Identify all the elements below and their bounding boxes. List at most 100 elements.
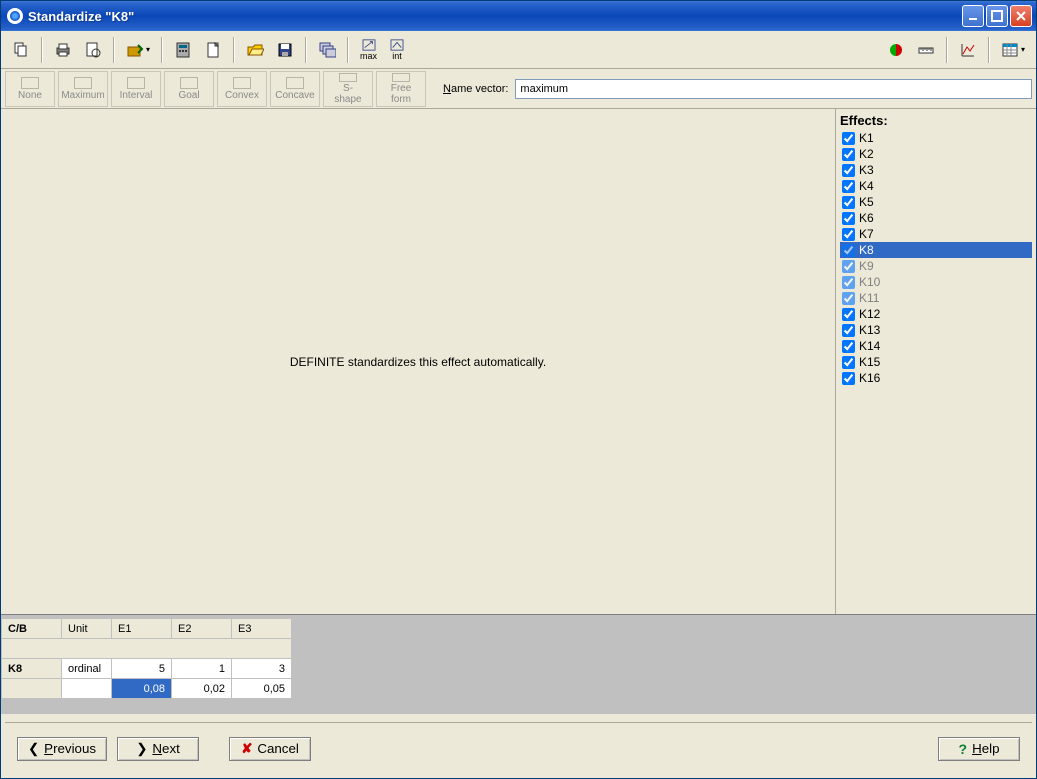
col-e1[interactable]: E1 — [112, 619, 172, 639]
effect-item-k2[interactable]: K2 — [840, 146, 1032, 162]
effect-checkbox[interactable] — [842, 372, 855, 385]
effect-label: K4 — [859, 179, 874, 193]
effect-item-k6[interactable]: K6 — [840, 210, 1032, 226]
table-options-icon[interactable] — [996, 36, 1030, 64]
effect-item-k4[interactable]: K4 — [840, 178, 1032, 194]
effect-item-k15[interactable]: K15 — [840, 354, 1032, 370]
col-cb[interactable]: C/B — [2, 619, 62, 639]
effect-item-k1[interactable]: K1 — [840, 130, 1032, 146]
question-icon: ? — [959, 741, 968, 757]
effect-item-k9[interactable]: K9 — [840, 258, 1032, 274]
cell-e3-b[interactable]: 0,05 — [232, 679, 292, 699]
effect-item-k12[interactable]: K12 — [840, 306, 1032, 322]
ruler-icon[interactable] — [912, 36, 940, 64]
effect-checkbox[interactable] — [842, 228, 855, 241]
separator — [41, 37, 43, 63]
max-tool-button[interactable]: max — [355, 36, 382, 64]
effect-checkbox[interactable] — [842, 260, 855, 273]
minimize-button[interactable] — [962, 5, 984, 27]
effect-item-k16[interactable]: K16 — [840, 370, 1032, 386]
next-button[interactable]: ❯ Next — [117, 737, 199, 761]
col-e2[interactable]: E2 — [172, 619, 232, 639]
effect-label: K13 — [859, 323, 880, 337]
save-icon[interactable] — [271, 36, 299, 64]
row-label[interactable]: K8 — [2, 659, 62, 679]
effect-item-k13[interactable]: K13 — [840, 322, 1032, 338]
col-e3[interactable]: E3 — [232, 619, 292, 639]
effect-checkbox[interactable] — [842, 196, 855, 209]
effect-checkbox[interactable] — [842, 308, 855, 321]
effect-checkbox[interactable] — [842, 164, 855, 177]
separator — [988, 37, 990, 63]
effect-checkbox[interactable] — [842, 340, 855, 353]
main-toolbar: max int — [1, 31, 1036, 69]
effect-label: K6 — [859, 211, 874, 225]
effect-checkbox[interactable] — [842, 180, 855, 193]
export-icon[interactable] — [121, 36, 155, 64]
col-unit[interactable]: Unit — [62, 619, 112, 639]
effect-label: K15 — [859, 355, 880, 369]
effect-label: K8 — [859, 243, 874, 257]
effect-label: K5 — [859, 195, 874, 209]
color-circle-icon[interactable] — [882, 36, 910, 64]
int-tool-button[interactable]: int — [384, 36, 410, 64]
cell-e2[interactable]: 1 — [172, 659, 232, 679]
effect-checkbox[interactable] — [842, 324, 855, 337]
effect-item-k5[interactable]: K5 — [840, 194, 1032, 210]
effect-checkbox[interactable] — [842, 244, 855, 257]
data-grid[interactable]: C/B Unit E1 E2 E3 K8 ordinal 5 1 3 0,08 … — [1, 618, 292, 699]
shape-interval-button[interactable]: Interval — [111, 71, 161, 107]
separator — [305, 37, 307, 63]
previous-button[interactable]: ❮ Previous — [17, 737, 107, 761]
cascade-windows-icon[interactable] — [313, 36, 341, 64]
effect-item-k7[interactable]: K7 — [840, 226, 1032, 242]
canvas-area: DEFINITE standardizes this effect automa… — [1, 109, 836, 614]
chart-line-icon[interactable] — [954, 36, 982, 64]
shape-concave-button[interactable]: Concave — [270, 71, 320, 107]
shape-convex-button[interactable]: Convex — [217, 71, 267, 107]
maximize-button[interactable] — [986, 5, 1008, 27]
new-doc-icon[interactable] — [199, 36, 227, 64]
effect-item-k14[interactable]: K14 — [840, 338, 1032, 354]
separator — [946, 37, 948, 63]
cell-e3[interactable]: 3 — [232, 659, 292, 679]
shape-button-row: None Maximum Interval Goal Convex Concav… — [1, 69, 1036, 109]
shape-none-button[interactable]: None — [5, 71, 55, 107]
name-vector-input[interactable] — [515, 79, 1032, 99]
effect-checkbox[interactable] — [842, 292, 855, 305]
print-icon[interactable] — [49, 36, 77, 64]
effect-label: K11 — [859, 291, 879, 305]
effect-checkbox[interactable] — [842, 148, 855, 161]
window-title: Standardize "K8" — [28, 9, 962, 24]
cell-e1-b[interactable]: 0,08 — [112, 679, 172, 699]
next-lbl: Next — [152, 741, 179, 756]
effect-item-k11[interactable]: K11 — [840, 290, 1032, 306]
shape-goal-button[interactable]: Goal — [164, 71, 214, 107]
copy-icon[interactable] — [7, 36, 35, 64]
effect-item-k3[interactable]: K3 — [840, 162, 1032, 178]
effect-item-k10[interactable]: K10 — [840, 274, 1032, 290]
open-icon[interactable] — [241, 36, 269, 64]
cell-e2-b[interactable]: 0,02 — [172, 679, 232, 699]
shape-sshape-button[interactable]: S-shape — [323, 71, 373, 107]
prev-lbl: Previous — [44, 741, 96, 756]
effect-label: K2 — [859, 147, 874, 161]
canvas-message: DEFINITE standardizes this effect automa… — [290, 355, 546, 369]
effect-checkbox[interactable] — [842, 356, 855, 369]
help-button[interactable]: ? Help — [938, 737, 1020, 761]
effect-label: K3 — [859, 163, 874, 177]
effect-checkbox[interactable] — [842, 276, 855, 289]
effect-checkbox[interactable] — [842, 132, 855, 145]
calculator-icon[interactable] — [169, 36, 197, 64]
print-preview-icon[interactable] — [79, 36, 107, 64]
cancel-button[interactable]: ✘ Cancel — [229, 737, 311, 761]
effect-checkbox[interactable] — [842, 212, 855, 225]
close-button[interactable] — [1010, 5, 1032, 27]
effect-item-k8[interactable]: K8 — [840, 242, 1032, 258]
shape-freeform-button[interactable]: Free form — [376, 71, 426, 107]
chevron-right-icon: ❯ — [136, 741, 147, 757]
cell-e1[interactable]: 5 — [112, 659, 172, 679]
max-label: max — [360, 51, 377, 61]
shape-maximum-button[interactable]: Maximum — [58, 71, 108, 107]
cell-unit[interactable]: ordinal — [62, 659, 112, 679]
